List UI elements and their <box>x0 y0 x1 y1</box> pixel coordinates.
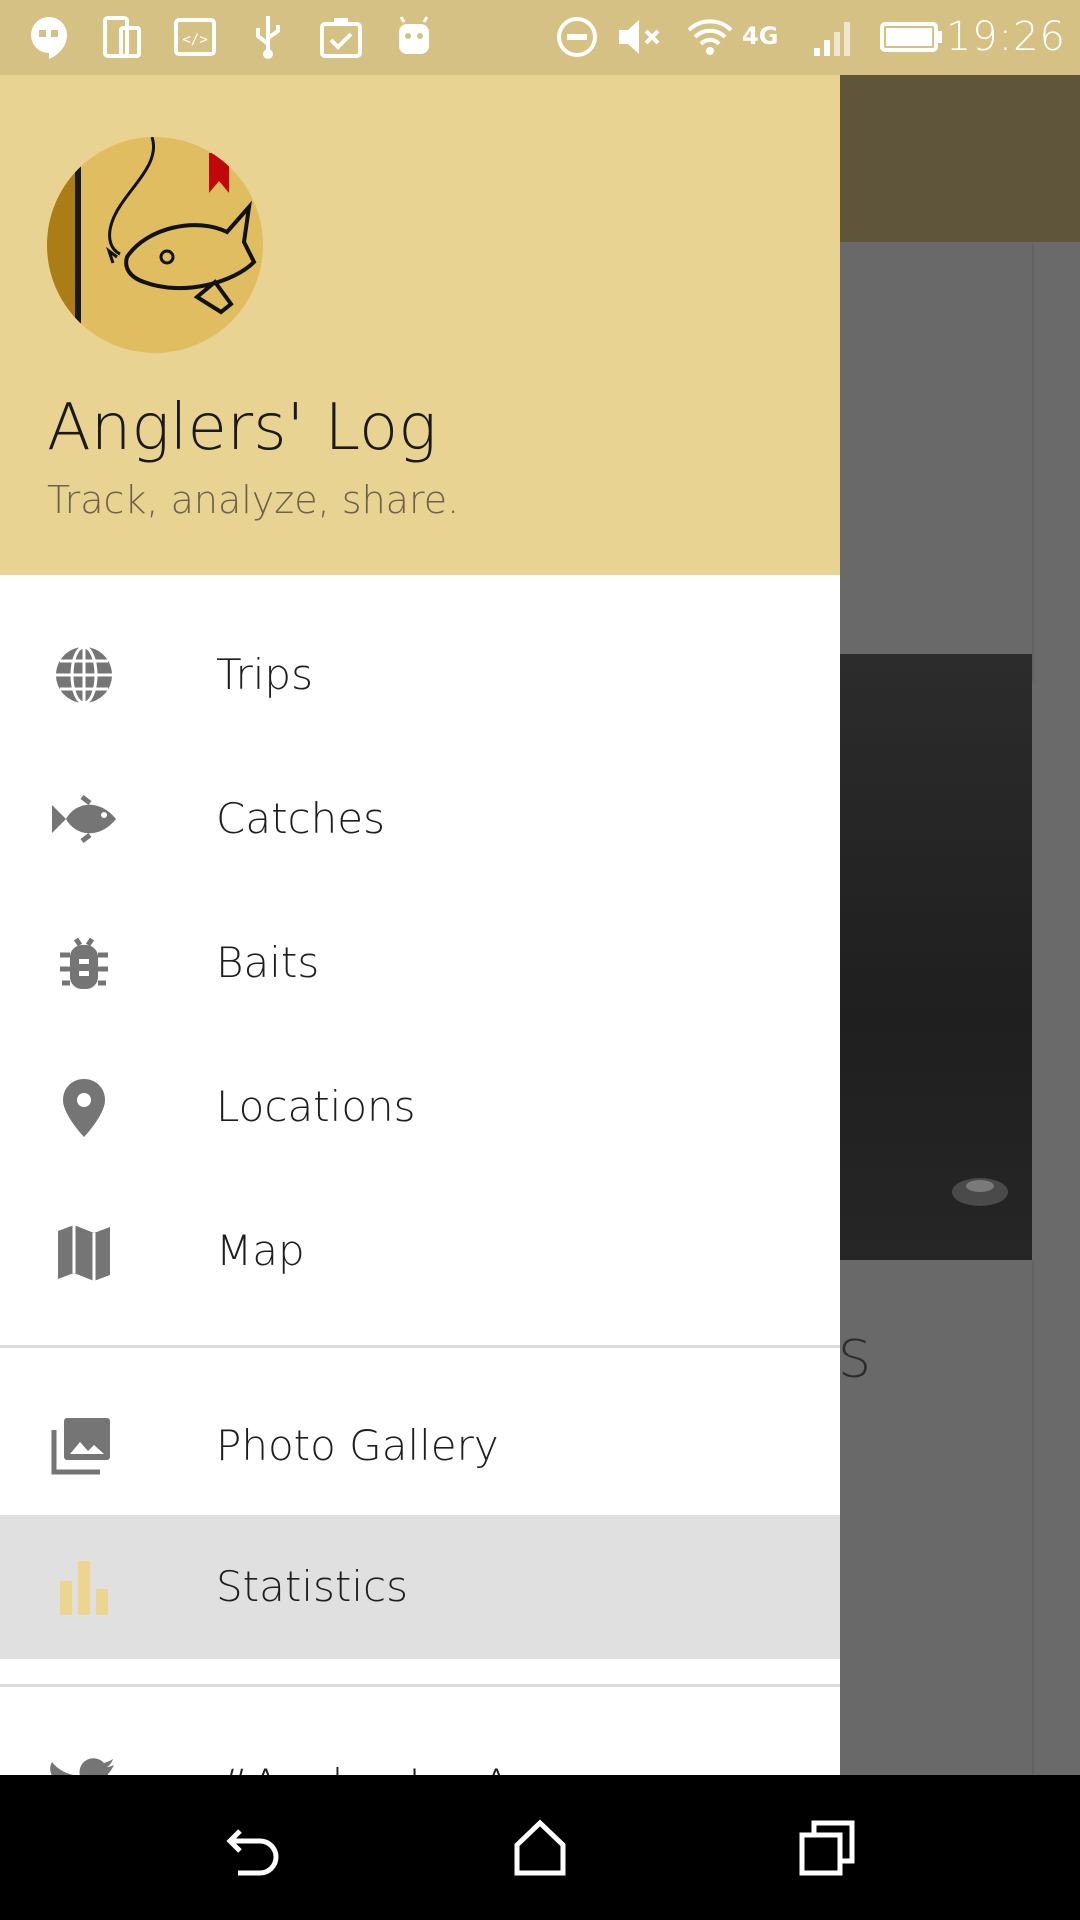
navigation-drawer: Anglers' Log Track, analyze, share. Trip… <box>0 75 840 1775</box>
nav-item-label: Map <box>216 1226 305 1275</box>
status-bar: </> 4G 19:26 <box>0 0 1080 75</box>
nav-item-label: Locations <box>216 1082 416 1131</box>
nav-item-twitter[interactable]: #AnglersLogApp <box>0 1713 840 1775</box>
background-card <box>840 242 1032 679</box>
divider <box>0 1684 840 1687</box>
wifi-icon <box>687 19 733 55</box>
hangouts-icon <box>31 17 67 59</box>
divider <box>0 1345 840 1348</box>
globe-icon <box>56 645 112 705</box>
network-type-label: 4G <box>742 22 779 50</box>
app-subtitle: Track, analyze, share. <box>47 478 460 522</box>
nav-item-label: Photo Gallery <box>216 1421 499 1470</box>
bar-chart-icon <box>60 1561 108 1615</box>
photo-gallery-icon <box>51 1418 110 1475</box>
svg-text:</>: </> <box>182 32 207 48</box>
home-icon[interactable] <box>505 1813 575 1883</box>
system-navigation-bar <box>0 1775 1080 1920</box>
signal-icon <box>814 22 850 56</box>
nav-item-label: Baits <box>216 938 320 987</box>
drawer-header: Anglers' Log Track, analyze, share. <box>0 75 840 575</box>
status-time: 19:26 <box>945 14 1066 60</box>
nav-item-catches[interactable]: Catches <box>0 747 840 891</box>
nav-item-photo-gallery[interactable]: Photo Gallery <box>0 1374 840 1518</box>
fish-hook-logo-icon <box>47 137 257 353</box>
water-image <box>952 1178 1008 1206</box>
map-icon <box>58 1225 110 1281</box>
back-icon[interactable] <box>218 1813 288 1883</box>
nav-item-statistics[interactable]: Statistics <box>0 1515 840 1659</box>
mute-icon <box>619 20 660 54</box>
nav-item-locations[interactable]: Locations <box>0 1035 840 1179</box>
device-icon <box>103 16 141 58</box>
usb-icon <box>256 16 280 59</box>
clipboard-check-icon <box>320 18 362 58</box>
nav-item-trips[interactable]: Trips <box>0 603 840 747</box>
app-title: Anglers' Log <box>47 391 437 465</box>
do-not-disturb-icon <box>557 17 597 57</box>
battery-icon <box>880 22 942 52</box>
nav-item-baits[interactable]: Baits <box>0 891 840 1035</box>
fish-icon <box>52 795 116 843</box>
bug-icon <box>60 937 108 989</box>
nav-item-map[interactable]: Map <box>0 1179 840 1323</box>
android-icon <box>399 16 429 54</box>
recents-icon[interactable] <box>792 1813 862 1883</box>
nav-item-label: Statistics <box>216 1562 408 1611</box>
twitter-icon <box>50 1758 114 1775</box>
code-icon: </> <box>174 18 216 56</box>
app-logo <box>47 137 263 353</box>
background-photo <box>840 654 1032 1260</box>
nav-item-label: Trips <box>216 650 313 699</box>
nav-item-label: #AnglersLogApp <box>216 1713 564 1775</box>
nav-item-label: Catches <box>216 794 385 843</box>
location-pin-icon <box>63 1079 105 1137</box>
background-partial-text: S <box>838 1330 872 1390</box>
